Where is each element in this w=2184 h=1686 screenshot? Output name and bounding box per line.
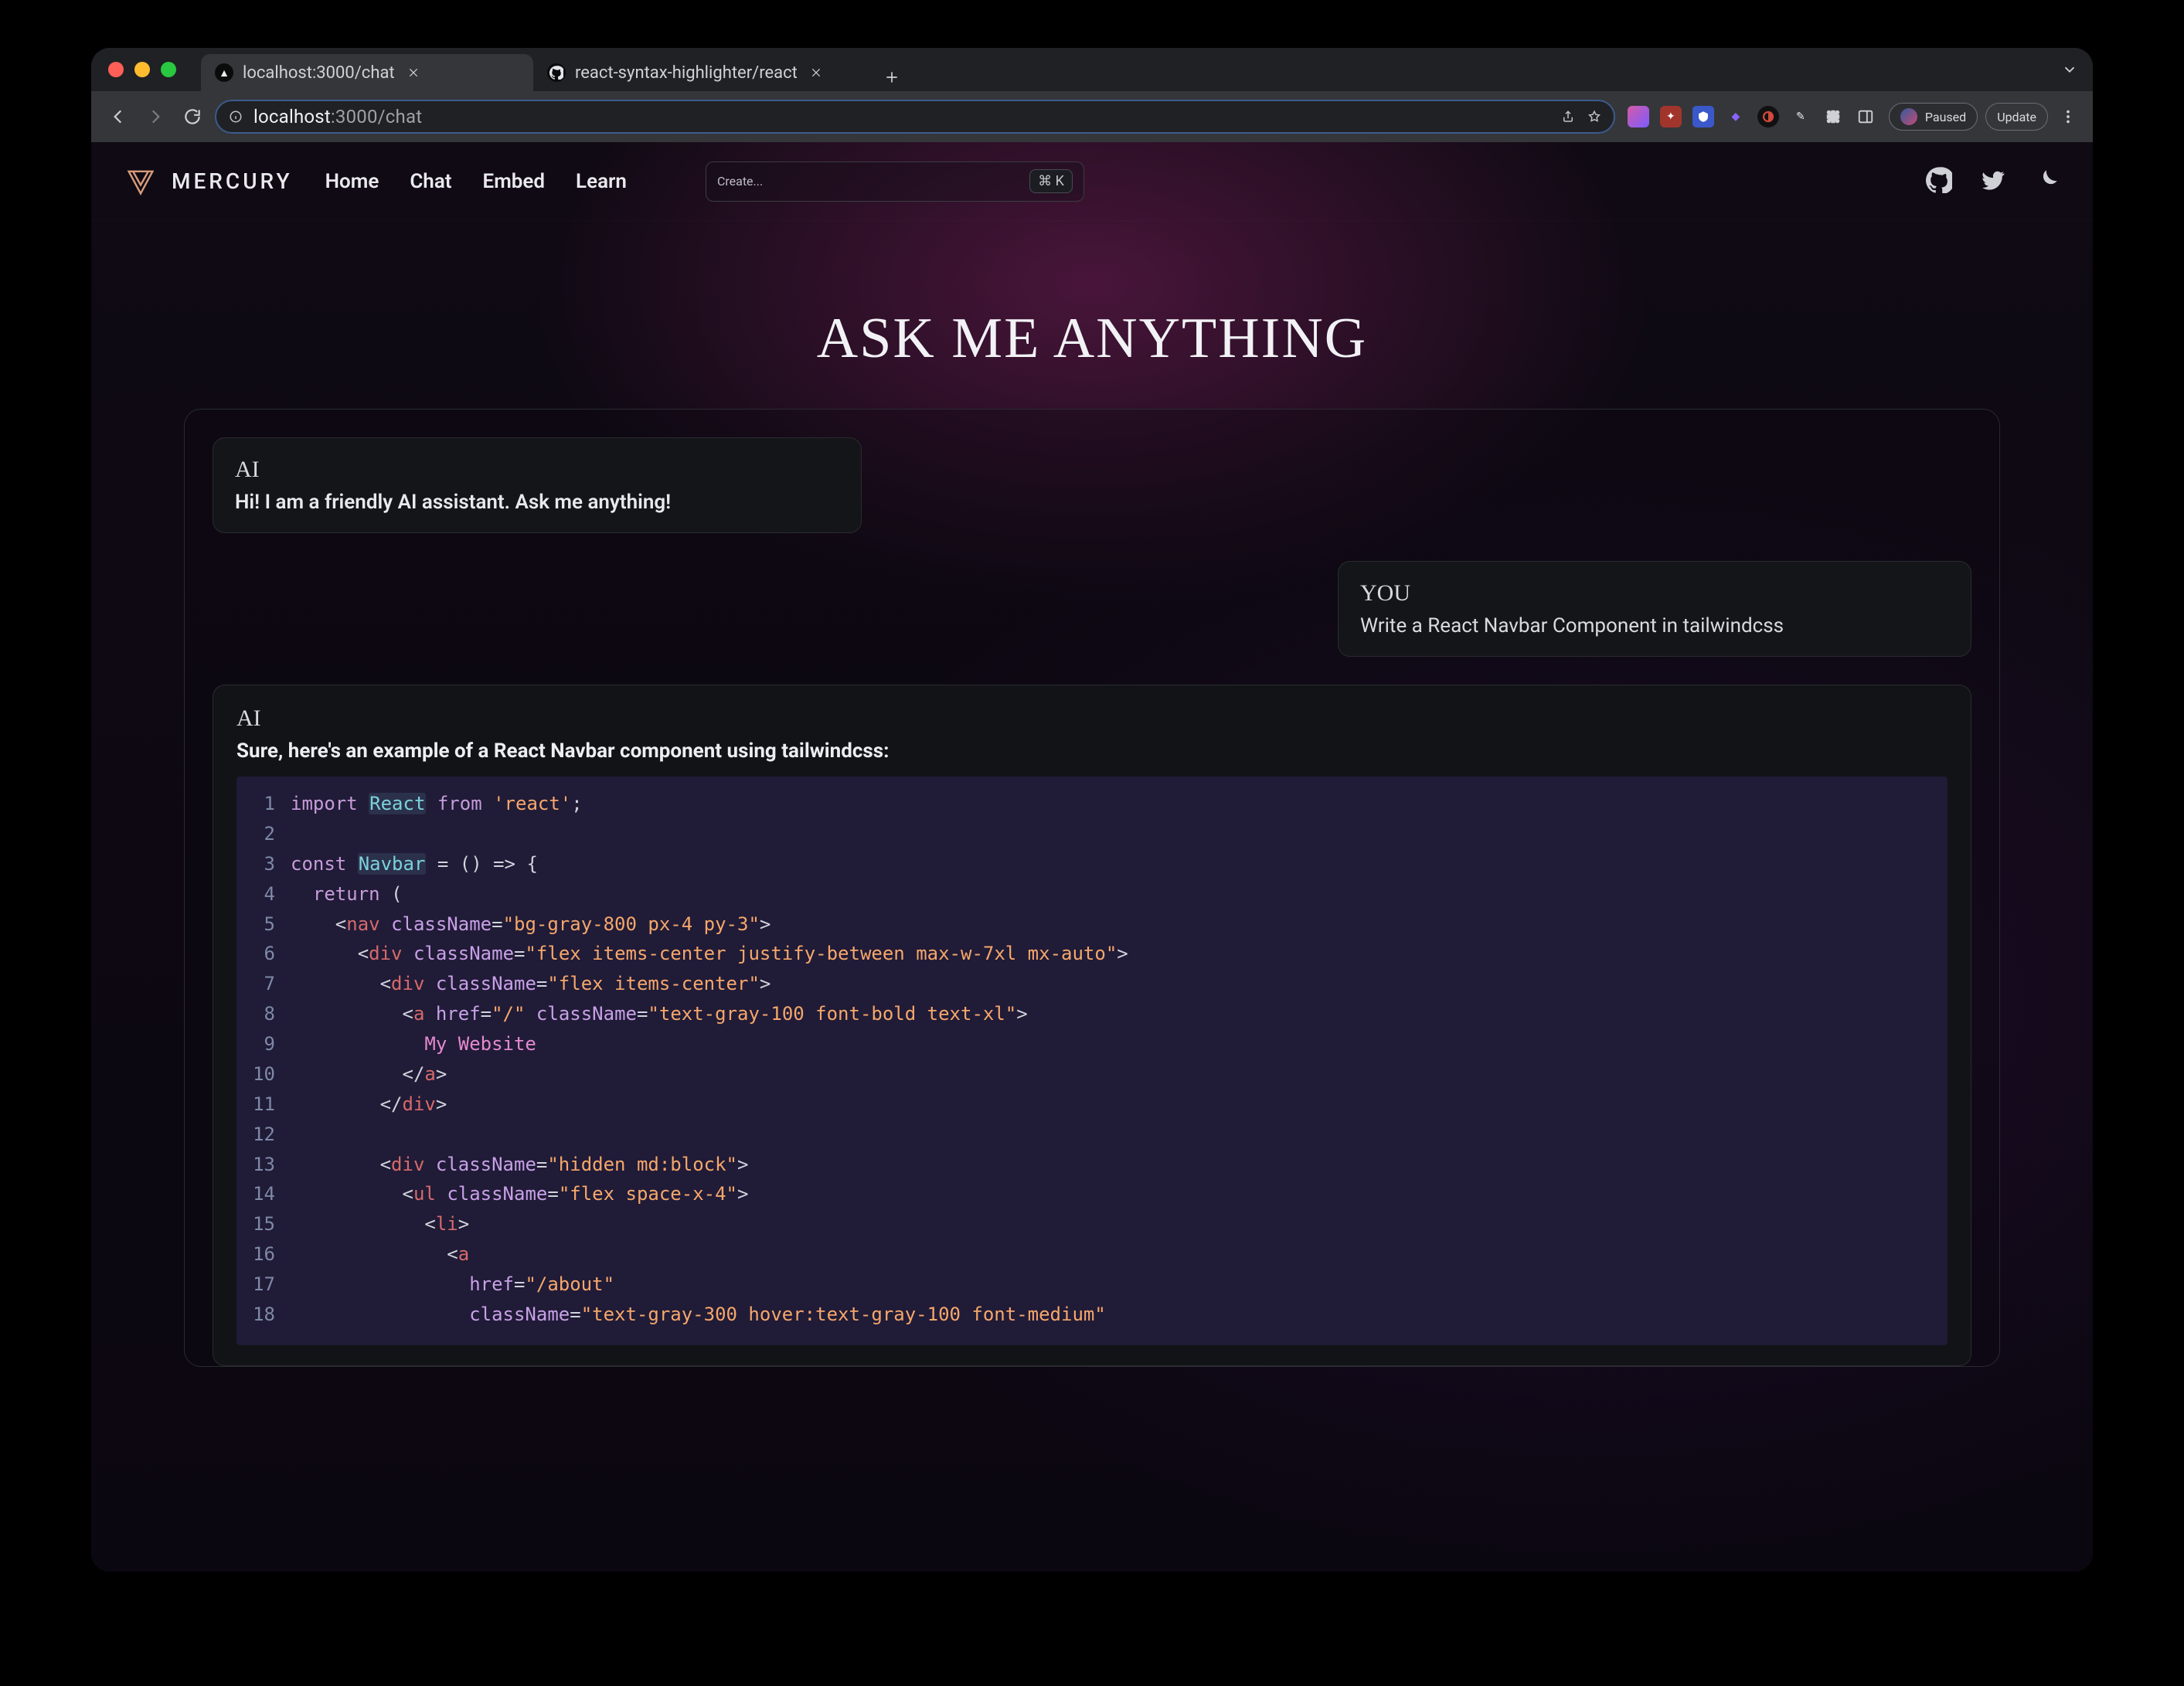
url-text: localhost:3000/chat <box>253 106 422 127</box>
triangle-icon: ▲ <box>215 63 233 82</box>
message-text: Write a React Navbar Component in tailwi… <box>1360 614 1949 637</box>
tab-inactive[interactable]: react-syntax-highlighter/react <box>533 54 873 91</box>
app-header: MERCURY Home Chat Embed Learn Create... … <box>91 142 2093 221</box>
page-title: ASK ME ANYTHING <box>91 306 2093 372</box>
profile-paused-pill[interactable]: Paused <box>1889 103 1978 131</box>
chat-panel: AI Hi! I am a friendly AI assistant. Ask… <box>184 409 2000 1367</box>
browser-toolbar: localhost:3000/chat ✦ ◆ ✎ Paused Update <box>91 91 2093 142</box>
page: MERCURY Home Chat Embed Learn Create... … <box>91 142 2093 1572</box>
message-role: AI <box>236 705 1948 732</box>
address-bar[interactable]: localhost:3000/chat <box>215 100 1615 134</box>
kbd-shortcut: ⌘ K <box>1029 169 1073 193</box>
main-nav: Home Chat Embed Learn <box>325 170 627 193</box>
extension-icon[interactable] <box>1757 106 1779 127</box>
profile-avatar-icon <box>1900 108 1917 125</box>
header-icons <box>1926 167 2060 196</box>
brand[interactable]: MERCURY <box>124 165 293 199</box>
message-role: YOU <box>1360 580 1949 607</box>
share-icon[interactable] <box>1560 108 1577 125</box>
extension-icon[interactable] <box>1692 106 1714 127</box>
titlebar: ▲ localhost:3000/chat react-syntax-highl… <box>91 48 2093 91</box>
command-input[interactable]: Create... ⌘ K <box>706 161 1084 202</box>
message-ai-code: AI Sure, here's an example of a React Na… <box>213 685 1971 1366</box>
nav-chat[interactable]: Chat <box>410 170 451 193</box>
tab-active[interactable]: ▲ localhost:3000/chat <box>201 54 533 91</box>
extension-icon[interactable]: ◆ <box>1725 106 1747 127</box>
brand-name: MERCURY <box>172 168 293 194</box>
nav-embed[interactable]: Embed <box>483 170 546 193</box>
sidepanel-icon[interactable] <box>1855 106 1876 127</box>
message-text: Hi! I am a friendly AI assistant. Ask me… <box>235 491 839 514</box>
reload-button[interactable] <box>178 102 207 131</box>
twitter-icon[interactable] <box>1980 167 2006 196</box>
browser-menu-button[interactable] <box>2056 104 2080 129</box>
message-lead: Sure, here's an example of a React Navba… <box>236 739 1948 763</box>
extensions: ✦ ◆ ✎ <box>1623 106 1881 127</box>
new-tab-button[interactable] <box>878 63 906 91</box>
bookmark-icon[interactable] <box>1586 108 1603 125</box>
update-button[interactable]: Update <box>1985 103 2048 131</box>
message-role: AI <box>235 457 839 483</box>
close-tab-button[interactable] <box>807 63 825 82</box>
command-placeholder: Create... <box>717 174 763 189</box>
extensions-menu-icon[interactable] <box>1822 106 1844 127</box>
tab-title: react-syntax-highlighter/react <box>575 63 798 83</box>
extension-icon[interactable] <box>1628 106 1649 127</box>
site-info-icon[interactable] <box>227 108 244 125</box>
github-icon[interactable] <box>1926 167 1952 196</box>
nav-learn[interactable]: Learn <box>576 170 627 193</box>
extension-icon[interactable]: ✦ <box>1660 106 1682 127</box>
logo-icon <box>124 165 158 199</box>
forward-button[interactable] <box>141 102 170 131</box>
browser-window: ▲ localhost:3000/chat react-syntax-highl… <box>91 48 2093 1572</box>
close-tab-button[interactable] <box>404 63 423 82</box>
tab-strip: ▲ localhost:3000/chat react-syntax-highl… <box>201 48 906 91</box>
theme-toggle-icon[interactable] <box>2034 167 2060 196</box>
message-user: YOU Write a React Navbar Component in ta… <box>1338 561 1971 657</box>
tab-title: localhost:3000/chat <box>243 63 395 83</box>
paused-label: Paused <box>1925 110 1966 124</box>
github-icon <box>547 63 566 82</box>
extension-icon[interactable]: ✎ <box>1790 106 1811 127</box>
window-controls <box>100 62 184 77</box>
update-label: Update <box>1997 110 2036 124</box>
fullscreen-window-button[interactable] <box>161 62 176 77</box>
back-button[interactable] <box>104 102 133 131</box>
nav-home[interactable]: Home <box>325 170 379 193</box>
minimize-window-button[interactable] <box>134 62 150 77</box>
close-window-button[interactable] <box>108 62 124 77</box>
code-block[interactable]: 1import React from 'react'; 2 3const Nav… <box>236 777 1948 1345</box>
tabs-overflow-button[interactable] <box>2059 59 2080 80</box>
message-ai: AI Hi! I am a friendly AI assistant. Ask… <box>213 437 862 533</box>
